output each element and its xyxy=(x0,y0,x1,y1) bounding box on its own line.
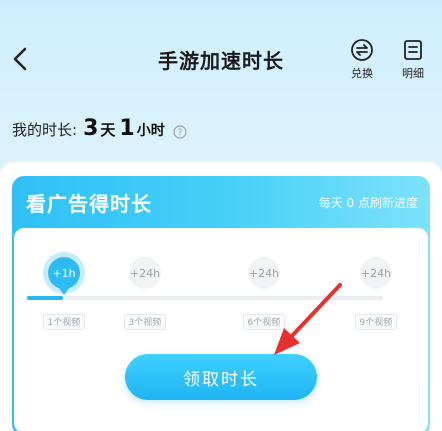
progress-step-video-count: 1个视频 xyxy=(42,314,86,330)
detail-list-icon xyxy=(404,40,422,60)
days-unit: 天 xyxy=(100,121,116,139)
my-time-row: 我的时长: 3 天 1 小时 ? xyxy=(12,116,187,144)
back-button[interactable] xyxy=(10,44,32,74)
exchange-label: 兑换 xyxy=(351,67,373,80)
help-icon[interactable]: ? xyxy=(173,125,187,139)
progress-step-video-count: 9个视频 xyxy=(354,314,398,330)
progress-step-video-count: 3个视频 xyxy=(123,314,167,330)
progress-step-node: +24h xyxy=(360,257,392,289)
claim-time-button[interactable]: 领取时长 xyxy=(125,354,317,400)
detail-button[interactable]: 明细 xyxy=(396,38,430,84)
progress-step-video-count: 6个视频 xyxy=(242,314,286,330)
back-arrow-icon xyxy=(13,47,27,71)
ad-panel-refresh-note: 每天 0 点刷新进度 xyxy=(318,196,418,210)
exchange-icon xyxy=(351,39,373,61)
detail-label: 明细 xyxy=(402,67,424,80)
header: 手游加速时长 兑换 明细 xyxy=(0,0,442,110)
hours-value: 1 xyxy=(119,116,135,141)
progress-step-node: +1h xyxy=(48,257,80,295)
days-value: 3 xyxy=(83,116,99,141)
exchange-button[interactable]: 兑换 xyxy=(345,38,379,84)
progress-fill xyxy=(27,296,63,300)
my-time-label: 我的时长: xyxy=(12,121,78,139)
progress-step-node: +24h xyxy=(129,257,161,289)
progress-track xyxy=(27,296,383,300)
svg-text:?: ? xyxy=(177,128,182,138)
progress-step-node: +24h xyxy=(248,257,280,289)
ad-panel-title: 看广告得时长 xyxy=(26,192,152,216)
hours-unit: 小时 xyxy=(136,123,165,139)
